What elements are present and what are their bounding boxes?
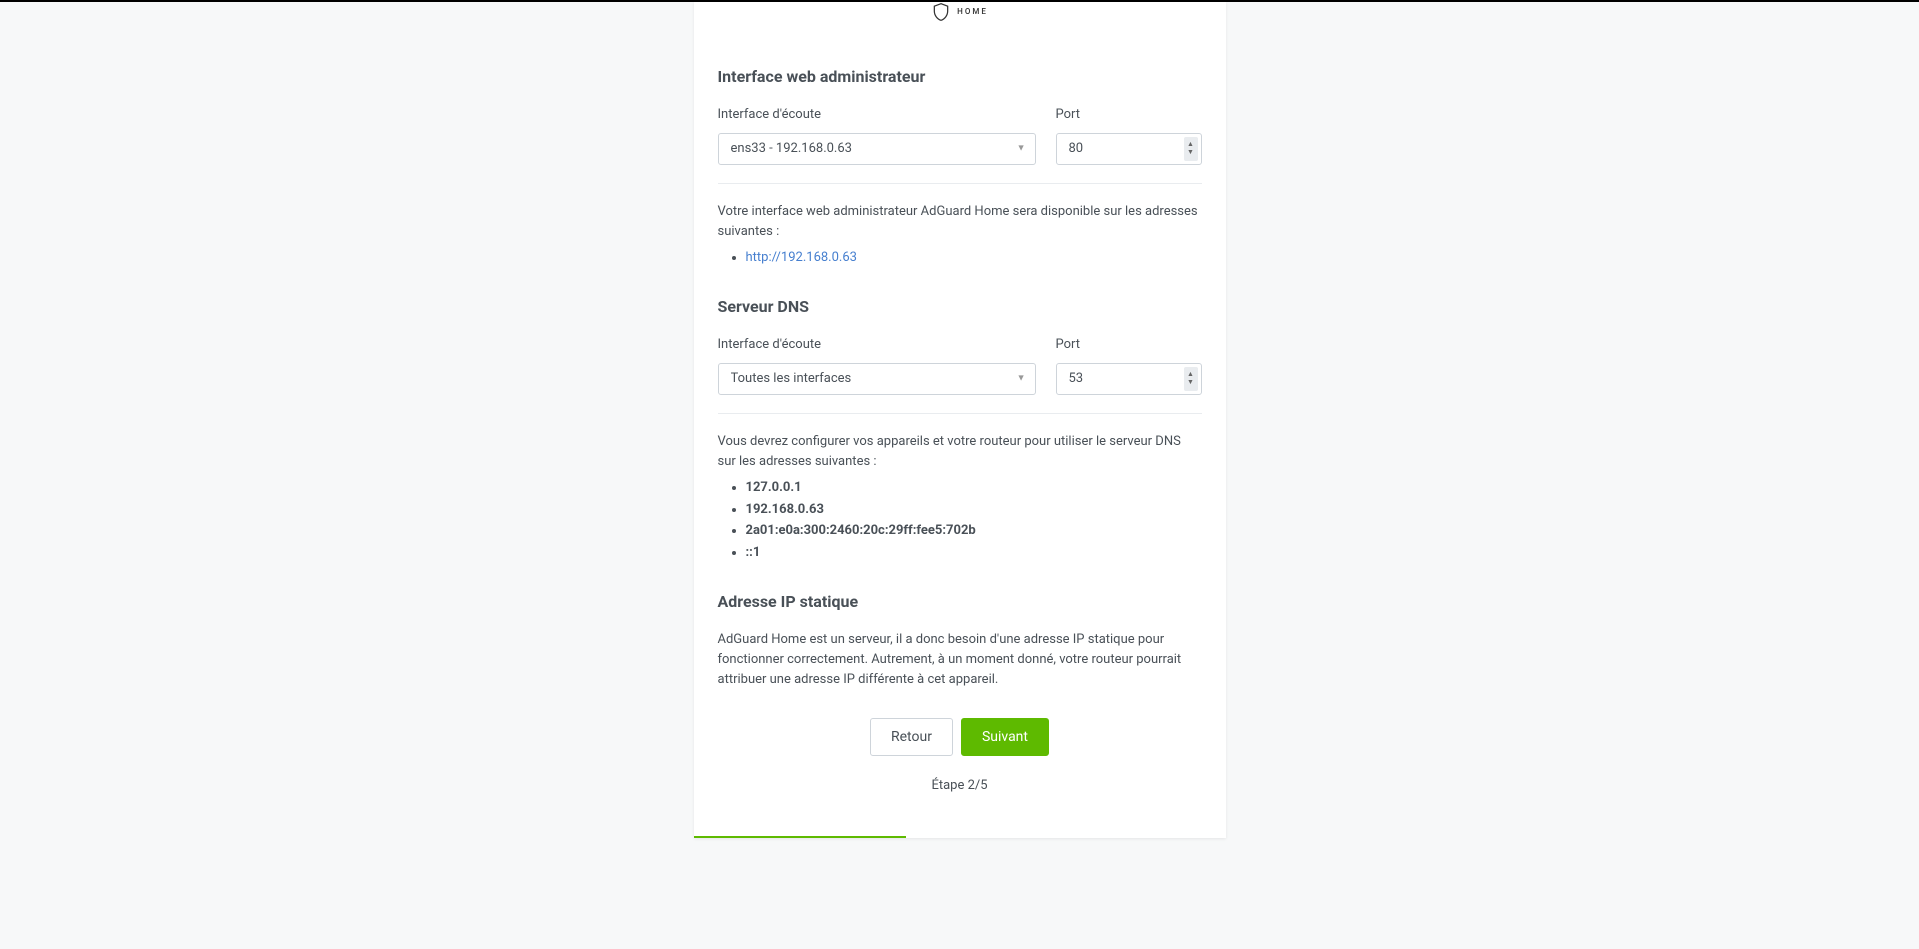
- list-item: 2a01:e0a:300:2460:20c:29ff:fee5:702b: [746, 521, 1202, 541]
- shield-icon: [931, 2, 951, 22]
- dns-port-input[interactable]: [1056, 363, 1202, 395]
- divider: [718, 183, 1202, 184]
- dns-address-list: 127.0.0.1192.168.0.632a01:e0a:300:2460:2…: [718, 478, 1202, 562]
- address-link[interactable]: http://192.168.0.63: [746, 250, 857, 265]
- setup-card: HOME Interface web administrateur Interf…: [694, 2, 1226, 838]
- list-item: http://192.168.0.63: [746, 248, 1202, 268]
- web-address-list: http://192.168.0.63: [718, 248, 1202, 268]
- web-interface-title: Interface web administrateur: [718, 65, 1202, 89]
- logo-area: HOME: [718, 2, 1202, 37]
- web-port-input[interactable]: [1056, 133, 1202, 165]
- static-ip-text: AdGuard Home est un serveur, il a donc b…: [718, 630, 1202, 690]
- dns-server-title: Serveur DNS: [718, 295, 1202, 319]
- web-port-label: Port: [1056, 105, 1202, 125]
- progress-fill: [694, 836, 907, 838]
- web-info-text: Votre interface web administrateur AdGua…: [718, 202, 1202, 242]
- number-spinner[interactable]: ▲▼: [1184, 367, 1198, 391]
- dns-info-text: Vous devrez configurer vos appareils et …: [718, 432, 1202, 472]
- web-listen-select[interactable]: ens33 - 192.168.0.63: [718, 133, 1036, 165]
- step-indicator: Étape 2/5: [718, 776, 1202, 796]
- next-button[interactable]: Suivant: [961, 718, 1049, 756]
- list-item: 192.168.0.63: [746, 500, 1202, 520]
- list-item: 127.0.0.1: [746, 478, 1202, 498]
- dns-listen-select[interactable]: Toutes les interfaces: [718, 363, 1036, 395]
- number-spinner[interactable]: ▲▼: [1184, 137, 1198, 161]
- logo-home-text: HOME: [957, 8, 988, 16]
- divider: [718, 413, 1202, 414]
- progress-bar: [694, 836, 1226, 838]
- dns-listen-label: Interface d'écoute: [718, 335, 1036, 355]
- static-ip-title: Adresse IP statique: [718, 590, 1202, 614]
- list-item: ::1: [746, 543, 1202, 563]
- back-button[interactable]: Retour: [870, 718, 953, 756]
- web-listen-label: Interface d'écoute: [718, 105, 1036, 125]
- dns-port-label: Port: [1056, 335, 1202, 355]
